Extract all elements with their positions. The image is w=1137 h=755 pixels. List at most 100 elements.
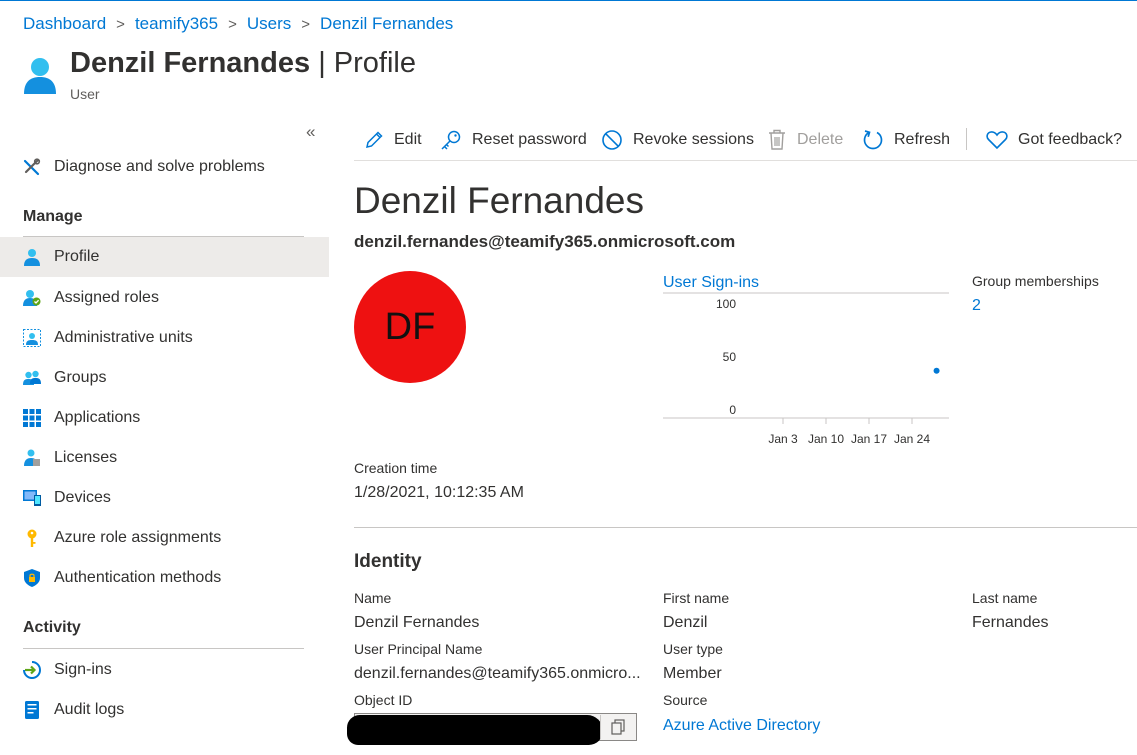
wrench-icon — [23, 158, 41, 176]
refresh-icon — [863, 130, 883, 150]
object-id-field — [347, 713, 637, 745]
x-tick-label: Jan 24 — [894, 432, 930, 446]
sidebar-item-diagnose[interactable]: Diagnose and solve problems — [0, 147, 329, 187]
sign-in-icon — [23, 661, 41, 679]
edit-label: Edit — [394, 131, 422, 148]
sidebar-item-label: Devices — [54, 489, 111, 506]
sidebar-item-licenses[interactable]: Licenses — [0, 438, 329, 478]
upn-value: denzil.fernandes@teamify365.onmicro... — [354, 665, 641, 682]
breadcrumb-separator: > — [116, 15, 125, 33]
object-id-label: Object ID — [354, 692, 413, 708]
redaction-mark — [347, 715, 603, 745]
avatar: DF — [354, 271, 466, 383]
sidebar-section-activity: Activity — [23, 619, 81, 636]
first-name-value: Denzil — [663, 614, 708, 631]
breadcrumb-separator: > — [228, 15, 237, 33]
reset-password-button[interactable]: Reset password — [440, 120, 587, 160]
copy-button[interactable] — [600, 715, 635, 739]
applications-grid-icon — [23, 409, 41, 427]
devices-icon — [23, 490, 41, 506]
assigned-roles-icon — [23, 290, 41, 306]
toolbar-separator — [966, 128, 967, 150]
user-type-value: Member — [663, 665, 722, 682]
delete-label: Delete — [797, 131, 844, 148]
sidebar-divider — [23, 648, 304, 649]
sidebar-item-groups[interactable]: Groups — [0, 358, 329, 398]
sidebar-item-azure-role-assignments[interactable]: Azure role assignments — [0, 518, 329, 558]
name-label: Name — [354, 590, 392, 606]
sidebar-item-label: Assigned roles — [54, 289, 159, 306]
sidebar-item-label: Profile — [54, 248, 100, 265]
creation-time-label: Creation time — [354, 460, 438, 476]
breadcrumb-separator: > — [301, 15, 311, 33]
breadcrumb-dashboard[interactable]: Dashboard — [23, 14, 106, 34]
user-display-name: Denzil Fernandes — [354, 180, 644, 221]
group-memberships-label: Group memberships — [972, 273, 1099, 289]
group-memberships-count[interactable]: 2 — [972, 297, 981, 315]
upn-label: User Principal Name — [354, 641, 483, 657]
trash-icon — [769, 129, 785, 150]
groups-icon — [23, 370, 41, 385]
copy-icon — [611, 719, 625, 735]
page-subtitle: User — [70, 86, 100, 102]
sidebar-item-label: Groups — [54, 369, 107, 386]
user-icon — [24, 58, 56, 94]
sidebar-item-label: Azure role assignments — [54, 529, 222, 546]
sidebar-item-applications[interactable]: Applications — [0, 398, 329, 438]
delete-button[interactable]: Delete — [767, 120, 843, 160]
user-email: denzil.fernandes@teamify365.onmicrosoft.… — [354, 232, 736, 251]
sidebar-item-label: Applications — [54, 409, 141, 426]
avatar-initials: DF — [384, 305, 436, 348]
audit-log-icon — [25, 701, 39, 719]
key-icon — [27, 529, 37, 547]
licenses-icon — [24, 449, 40, 466]
key-icon — [441, 130, 461, 150]
section-divider — [354, 527, 1137, 528]
feedback-button[interactable]: Got feedback? — [986, 120, 1122, 160]
shield-icon — [24, 569, 40, 587]
admin-units-icon — [23, 329, 41, 347]
revoke-sessions-button[interactable]: Revoke sessions — [601, 120, 754, 160]
refresh-button[interactable]: Refresh — [862, 120, 950, 160]
sidebar-item-audit-logs[interactable]: Audit logs — [0, 690, 329, 730]
page-title-blade: Profile — [333, 47, 416, 79]
sidebar-item-administrative-units[interactable]: Administrative units — [0, 318, 329, 358]
sidebar-item-sign-ins[interactable]: Sign-ins — [0, 650, 329, 690]
block-icon — [602, 130, 622, 150]
breadcrumb-tenant[interactable]: teamify365 — [135, 14, 218, 34]
identity-heading: Identity — [354, 551, 422, 572]
breadcrumb-user[interactable]: Denzil Fernandes — [320, 14, 453, 34]
x-tick-label: Jan 17 — [851, 432, 887, 446]
sidebar-item-assigned-roles[interactable]: Assigned roles — [0, 278, 329, 318]
top-accent-line — [0, 0, 1137, 1]
breadcrumb-users[interactable]: Users — [247, 14, 291, 34]
breadcrumb: Dashboard > teamify365 > Users > Denzil … — [23, 14, 453, 34]
x-tick-label: Jan 3 — [768, 432, 798, 446]
y-tick-label: 0 — [729, 403, 736, 417]
last-name-label: Last name — [972, 590, 1038, 606]
source-label: Source — [663, 692, 708, 708]
sidebar-item-profile[interactable]: Profile — [0, 237, 329, 277]
page-title: Denzil Fernandes | Profile — [70, 47, 416, 80]
sidebar-item-label: Administrative units — [54, 329, 193, 346]
sidebar-item-label: Audit logs — [54, 701, 125, 718]
sidebar-item-label: Sign-ins — [54, 661, 112, 678]
collapse-sidebar-button[interactable]: « — [306, 122, 315, 142]
refresh-label: Refresh — [894, 131, 951, 148]
sidebar-item-authentication-methods[interactable]: Authentication methods — [0, 558, 329, 598]
source-link[interactable]: Azure Active Directory — [663, 717, 820, 735]
edit-button[interactable]: Edit — [364, 120, 422, 160]
x-tick-label: Jan 10 — [808, 432, 844, 446]
pencil-icon — [366, 131, 383, 148]
page-title-pipe: | — [318, 47, 326, 79]
sidebar-section-manage: Manage — [23, 208, 83, 225]
last-name-value: Fernandes — [972, 614, 1049, 631]
y-tick-label: 100 — [716, 297, 736, 311]
sign-in-data-point[interactable] — [933, 367, 940, 374]
user-type-label: User type — [663, 641, 723, 657]
reset-password-label: Reset password — [472, 131, 587, 148]
sidebar-item-devices[interactable]: Devices — [0, 478, 329, 518]
sidebar-item-label: Diagnose and solve problems — [54, 158, 265, 175]
command-bar-divider — [354, 160, 1137, 161]
sign-ins-chart: 100 50 0 Jan 3 Jan 10 Jan 17 Jan 24 — [663, 292, 949, 446]
